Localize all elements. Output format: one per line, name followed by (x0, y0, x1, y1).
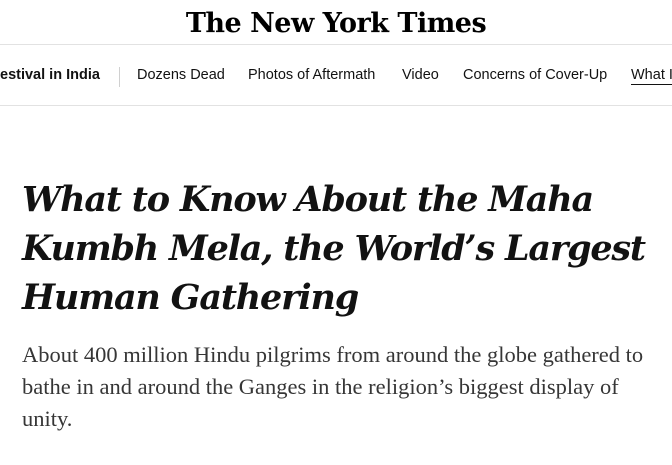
masthead: The New York Times (0, 0, 672, 44)
nav-item-concerns-of-cover-up[interactable]: Concerns of Cover-Up (463, 67, 607, 83)
nav-item-photos-of-aftermath[interactable]: Photos of Aftermath (248, 67, 375, 83)
nav-item-dozens-dead[interactable]: Dozens Dead (137, 67, 225, 83)
article-summary: About 400 million Hindu pilgrims from ar… (22, 342, 644, 431)
nav-section-title[interactable]: estival in India (0, 67, 100, 83)
article-headline: What to Know About the Maha Kumbh Mela, … (22, 179, 646, 318)
nav-item-video[interactable]: Video (402, 67, 439, 83)
nyt-logo[interactable]: The New York Times (186, 8, 487, 39)
nav-item-what-i[interactable]: What I (631, 67, 672, 85)
nav-divider (119, 67, 120, 87)
story-nav-bar: estival in India Dozens Dead Photos of A… (0, 44, 672, 106)
